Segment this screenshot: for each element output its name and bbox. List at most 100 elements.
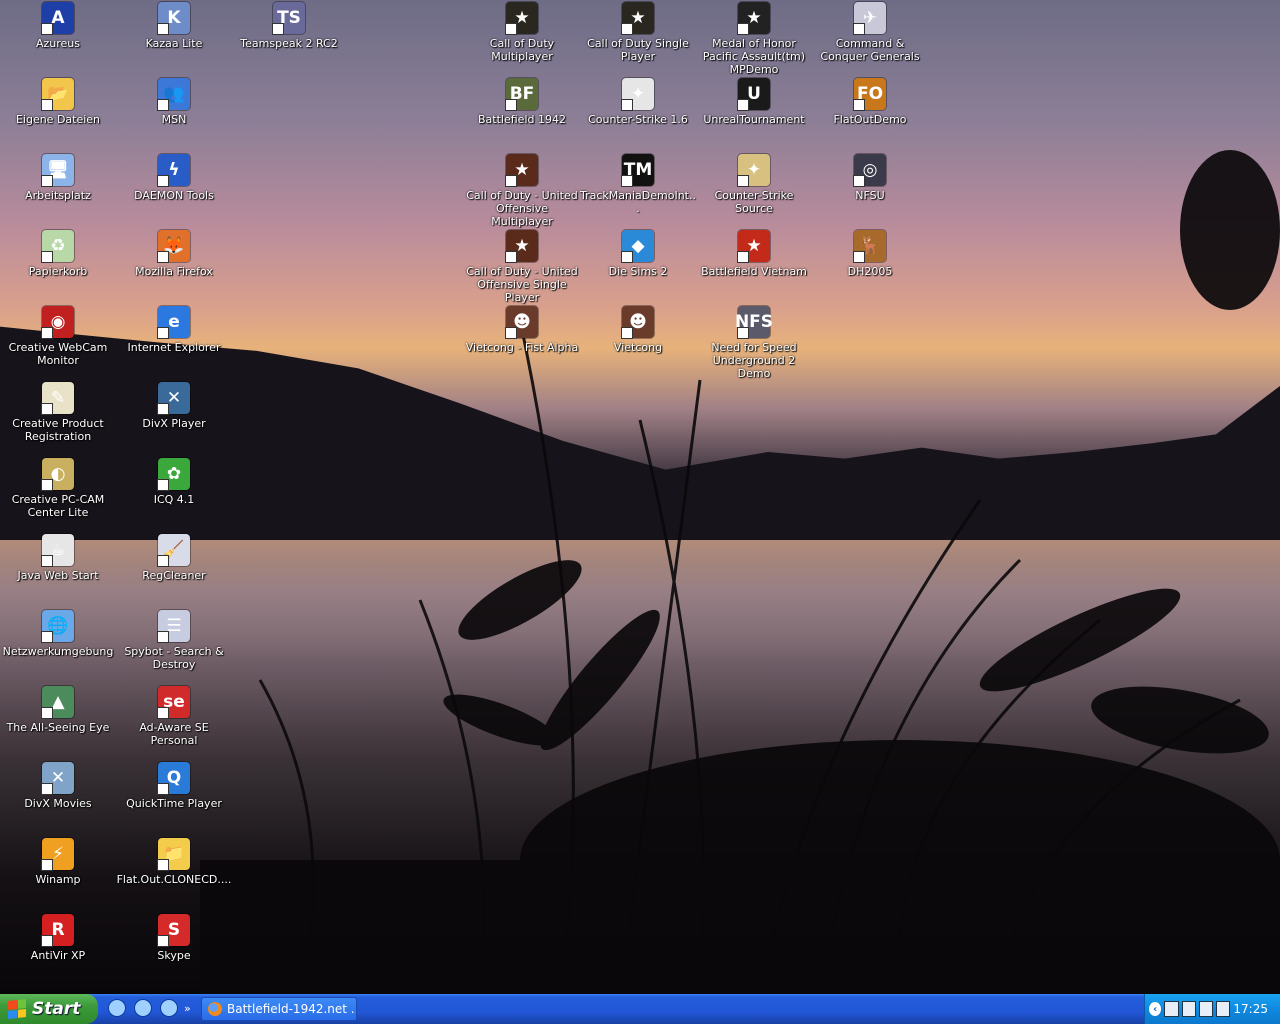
kazaa-tray-icon[interactable] bbox=[1164, 1001, 1179, 1017]
trackmania-icon: TM bbox=[621, 154, 654, 187]
desktop-icon[interactable]: se Ad-Aware SE Personal bbox=[116, 686, 232, 747]
desktop-icon[interactable]: ☕ Java Web Start bbox=[0, 534, 116, 582]
desktop-icon-label: Eigene Dateien bbox=[15, 113, 101, 126]
task-button-firefox[interactable]: Battlefield-1942.net ... bbox=[201, 997, 357, 1021]
shortcut-arrow-icon bbox=[505, 251, 517, 263]
desktop-icon[interactable]: ✎ Creative Product Registration bbox=[0, 382, 116, 443]
desktop-icon-label: FlatOutDemo bbox=[833, 113, 907, 126]
shortcut-arrow-icon bbox=[41, 327, 53, 339]
desktop-icon[interactable]: Q QuickTime Player bbox=[116, 762, 232, 810]
tray-expand-button[interactable]: ‹ bbox=[1149, 1002, 1162, 1016]
desktop-icon[interactable]: ♻ Papierkorb bbox=[0, 230, 116, 278]
clock[interactable]: 17:25 bbox=[1233, 1002, 1280, 1016]
desktop-icon[interactable]: ✕ DivX Player bbox=[116, 382, 232, 430]
skype-icon: S bbox=[157, 914, 190, 947]
desktop-icon[interactable]: BF Battlefield 1942 bbox=[464, 78, 580, 126]
desktop-icon[interactable]: e Internet Explorer bbox=[116, 306, 232, 354]
desktop-icon[interactable]: S Skype bbox=[116, 914, 232, 962]
start-button[interactable]: Start bbox=[0, 994, 98, 1024]
shortcut-arrow-icon bbox=[621, 175, 633, 187]
desktop-icon[interactable]: ☻ Vietcong bbox=[580, 306, 696, 354]
desktop-icon[interactable]: TM TrackManiaDemoInt... bbox=[580, 154, 696, 215]
desktop-icon[interactable]: ⚡ Winamp bbox=[0, 838, 116, 886]
desktop-icon[interactable]: 🦊 Mozilla Firefox bbox=[116, 230, 232, 278]
desktop-icon[interactable]: ✈ Command & Conquer Generals bbox=[812, 2, 928, 63]
taskbar: Start » Battlefield-1942.net ... ‹ 17:25 bbox=[0, 994, 1280, 1024]
azureus-icon: A bbox=[41, 2, 74, 35]
internet-explorer-icon: e bbox=[157, 306, 190, 339]
messenger-quicklaunch-icon[interactable] bbox=[160, 999, 178, 1017]
shortcut-arrow-icon bbox=[621, 23, 633, 35]
desktop-icon-label: Mozilla Firefox bbox=[135, 265, 213, 278]
desktop-icon[interactable]: ϟ DAEMON Tools bbox=[116, 154, 232, 202]
shortcut-arrow-icon bbox=[41, 479, 53, 491]
divx-movies-icon: ✕ bbox=[41, 762, 74, 795]
desktop-icon[interactable]: ★ Call of Duty - United Offensive Single … bbox=[464, 230, 580, 304]
vietcong-fist-alpha-icon: ☻ bbox=[505, 306, 538, 339]
desktop-icon-label: UnrealTournament bbox=[703, 113, 805, 126]
desktop-icon[interactable]: 🖥 Arbeitsplatz bbox=[0, 154, 116, 202]
desktop-icon[interactable]: ◎ NFSU bbox=[812, 154, 928, 202]
shortcut-arrow-icon bbox=[505, 175, 517, 187]
desktop-icon[interactable]: ◆ Die Sims 2 bbox=[580, 230, 696, 278]
desktop-icon-label: Azureus bbox=[35, 37, 81, 50]
network-tray-icon[interactable] bbox=[1181, 1001, 1196, 1017]
desktop-icon[interactable]: ✕ DivX Movies bbox=[0, 762, 116, 810]
desktop-icon-label: MSN bbox=[161, 113, 187, 126]
shortcut-arrow-icon bbox=[621, 251, 633, 263]
network-icon: 🌐 bbox=[41, 610, 74, 643]
desktop-icon-label: ICQ 4.1 bbox=[153, 493, 195, 506]
desktop-icon[interactable]: ✦ Counter-Strike 1.6 bbox=[580, 78, 696, 126]
all-seeing-eye-icon: ▲ bbox=[41, 686, 74, 719]
shortcut-arrow-icon bbox=[157, 23, 169, 35]
desktop-icon[interactable]: ★ Battlefield Vietnam bbox=[696, 230, 812, 278]
show-desktop-icon[interactable] bbox=[108, 999, 126, 1017]
desktop-icon[interactable]: 🧹 RegCleaner bbox=[116, 534, 232, 582]
desktop-icon-label: DAEMON Tools bbox=[134, 189, 214, 202]
desktop-icon[interactable]: ◉ Creative WebCam Monitor bbox=[0, 306, 116, 367]
shortcut-arrow-icon bbox=[41, 23, 53, 35]
winamp-tray-icon[interactable] bbox=[1216, 1001, 1231, 1017]
desktop-icon[interactable]: 🌐 Netzwerkumgebung bbox=[0, 610, 116, 658]
desktop-icon[interactable]: TS Teamspeak 2 RC2 bbox=[231, 2, 347, 50]
desktop-icon[interactable]: ★ Call of Duty - United Offensive Multipl… bbox=[464, 154, 580, 228]
desktop-icon-label: Battlefield 1942 bbox=[478, 113, 566, 126]
desktop-icon[interactable]: U UnrealTournament bbox=[696, 78, 812, 126]
firefox-icon bbox=[208, 1002, 222, 1016]
shortcut-arrow-icon bbox=[41, 935, 53, 947]
desktop-icon[interactable]: 👥 MSN bbox=[116, 78, 232, 126]
shortcut-arrow-icon bbox=[41, 707, 53, 719]
desktop-icon[interactable]: 📂 Eigene Dateien bbox=[0, 78, 116, 126]
desktop-icon-label: TrackManiaDemoInt... bbox=[580, 189, 696, 215]
desktop-icon-label: Battlefield Vietnam bbox=[701, 265, 807, 278]
internet-explorer-quicklaunch-icon[interactable] bbox=[134, 999, 152, 1017]
dh2005-icon: 🦌 bbox=[853, 230, 886, 263]
desktop-icon[interactable]: 🦌 DH2005 bbox=[812, 230, 928, 278]
desktop-icon[interactable]: FO FlatOutDemo bbox=[812, 78, 928, 126]
desktop-icon[interactable]: ☻ Vietcong - Fist Alpha bbox=[464, 306, 580, 354]
desktop-icon[interactable]: ▲ The All-Seeing Eye bbox=[0, 686, 116, 734]
shortcut-arrow-icon bbox=[41, 783, 53, 795]
desktop-icon[interactable]: ★ Call of Duty Multiplayer bbox=[464, 2, 580, 63]
desktop-icon[interactable]: K Kazaa Lite bbox=[116, 2, 232, 50]
desktop-icon-label: Call of Duty Multiplayer bbox=[489, 37, 555, 63]
quick-launch-more-button[interactable]: » bbox=[184, 1002, 191, 1015]
spybot-icon: ☰ bbox=[157, 610, 190, 643]
shortcut-arrow-icon bbox=[41, 403, 53, 415]
ati-tray-icon[interactable] bbox=[1198, 1001, 1214, 1017]
desktop-icon[interactable]: ✿ ICQ 4.1 bbox=[116, 458, 232, 506]
desktop-icon[interactable]: ★ Medal of Honor Pacific Assault(tm) MPDe… bbox=[696, 2, 812, 76]
windows-flag-icon bbox=[8, 999, 26, 1019]
daemon-tools-icon: ϟ bbox=[157, 154, 190, 187]
shortcut-arrow-icon bbox=[41, 859, 53, 871]
desktop-icon[interactable]: 📁 Flat.Out.CLONECD.... bbox=[116, 838, 232, 886]
desktop-icon[interactable]: NFS Need for Speed Underground 2 Demo bbox=[696, 306, 812, 380]
desktop-icon[interactable]: R AntiVir XP bbox=[0, 914, 116, 962]
desktop-icon[interactable]: ☰ Spybot - Search & Destroy bbox=[116, 610, 232, 671]
desktop-icon[interactable]: ★ Call of Duty Single Player bbox=[580, 2, 696, 63]
desktop-icon[interactable]: ◐ Creative PC-CAM Center Lite bbox=[0, 458, 116, 519]
java-icon: ☕ bbox=[41, 534, 74, 567]
desktop-icon[interactable]: ✦ Counter-Strike Source bbox=[696, 154, 812, 215]
desktop-icon-label: Command & Conquer Generals bbox=[820, 37, 920, 63]
desktop-icon[interactable]: A Azureus bbox=[0, 2, 116, 50]
